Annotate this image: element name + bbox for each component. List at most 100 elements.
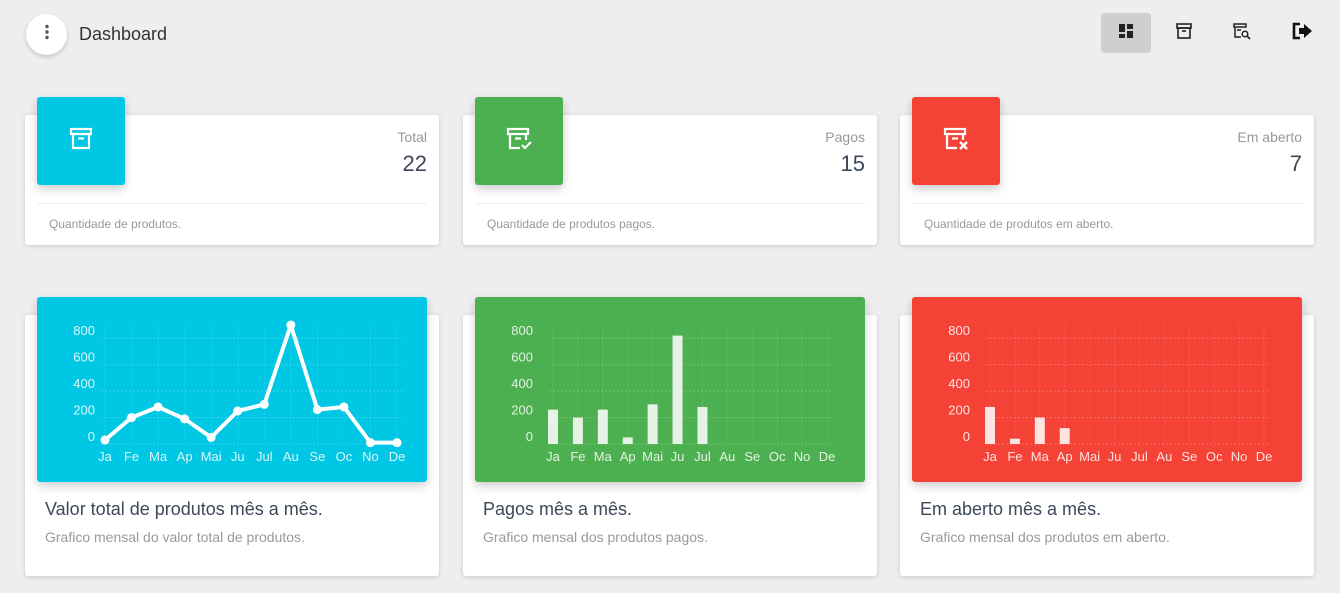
bar	[647, 404, 658, 444]
bar	[1034, 417, 1045, 444]
data-point	[259, 399, 269, 409]
stat-card-open: Em aberto 7 Quantidade de produtos em ab…	[900, 97, 1314, 245]
x-tick-label: Ma	[594, 449, 613, 464]
x-tick-label: Au	[1156, 449, 1172, 464]
x-tick-label: Fe	[124, 449, 139, 464]
bar-chart: 800 600 400 200 0 Ja Fe Ma Ap Mai Ju Jul Au Se Oc No De	[511, 323, 836, 464]
divider	[475, 203, 865, 204]
x-tick-label: Oc	[336, 449, 353, 464]
y-tick-label: 800	[948, 323, 970, 338]
archive-icon	[1175, 22, 1193, 45]
data-point	[392, 438, 402, 448]
bar	[672, 335, 683, 444]
line-chart: 800 600 400 200 0Ja Fe Ma Ap Mai Ju Jul Au Se Oc No De	[73, 320, 406, 464]
more-vert-icon	[44, 24, 50, 45]
bar-chart: 800 600 400 200 0 Ja Fe Ma Ap Mai Ju Jul Au Se Oc No De	[948, 323, 1273, 464]
x-tick-label: Ju	[231, 449, 245, 464]
chart-subtitle: Grafico mensal dos produtos pagos.	[483, 529, 708, 545]
x-tick-label: Ma	[1031, 449, 1050, 464]
x-tick-label: Ja	[983, 449, 998, 464]
y-tick-label: 0	[963, 429, 970, 444]
x-tick-label: De	[389, 449, 406, 464]
bar	[572, 417, 583, 444]
y-tick-label: 800	[511, 323, 533, 338]
y-tick-label: 200	[948, 403, 970, 418]
x-tick-label: Jul	[1131, 449, 1148, 464]
archive-icon	[68, 126, 94, 157]
y-tick-label: 200	[73, 403, 95, 418]
nav-logout-button[interactable]	[1277, 13, 1327, 53]
y-tick-label: 200	[511, 403, 533, 418]
chart-container: 800 600 400 200 0 Ja Fe Ma Ap Mai Ju Jul Au Se Oc No De	[912, 297, 1302, 482]
x-tick-label: Jul	[694, 449, 711, 464]
x-tick-label: Ap	[177, 449, 193, 464]
bar	[1009, 438, 1020, 444]
x-tick-label: Au	[283, 449, 299, 464]
y-tick-label: 800	[73, 323, 95, 338]
data-point	[180, 414, 190, 424]
chart-card-paid: 800 600 400 200 0 Ja Fe Ma Ap Mai Ju Jul Au Se Oc No De …	[463, 297, 877, 576]
x-tick-label: Ju	[1108, 449, 1122, 464]
chart-title: Em aberto mês a mês.	[920, 499, 1102, 519]
archive-check-icon	[505, 126, 533, 157]
y-tick-label: 0	[88, 429, 95, 444]
more-menu-button[interactable]	[26, 14, 67, 55]
x-tick-label: No	[794, 449, 811, 464]
stat-icon-box	[475, 97, 563, 185]
x-tick-label: Mai	[201, 449, 222, 464]
x-tick-label: De	[819, 449, 836, 464]
chart-subtitle: Grafico mensal dos produtos em aberto.	[920, 529, 1170, 545]
data-point	[365, 438, 375, 448]
chart-title: Pagos mês a mês.	[483, 499, 633, 519]
x-tick-label: Ap	[1057, 449, 1073, 464]
divider	[912, 203, 1302, 204]
bar	[985, 406, 995, 444]
chart-container: 800 600 400 200 0 Ja Fe Ma Ap Mai Ju Jul Au Se Oc No De	[37, 297, 427, 482]
data-point	[286, 320, 296, 330]
nav-dashboard-button[interactable]	[1101, 13, 1151, 53]
y-tick-label: 400	[73, 376, 95, 391]
x-tick-label: No	[1231, 449, 1248, 464]
stat-category: Pagos	[825, 129, 865, 145]
nav-archive-button[interactable]	[1159, 13, 1209, 53]
stat-category: Em aberto	[1237, 129, 1302, 145]
x-tick-label: De	[1256, 449, 1273, 464]
data-point	[206, 432, 216, 442]
dashboard-icon	[1118, 23, 1134, 44]
archive-x-icon	[942, 126, 970, 157]
x-tick-label: Fe	[1007, 449, 1022, 464]
bar	[697, 406, 708, 444]
data-point	[127, 413, 137, 423]
x-tick-label: Se	[744, 449, 760, 464]
stat-footer: Quantidade de produtos em aberto.	[924, 217, 1114, 231]
data-point	[100, 435, 110, 445]
y-tick-label: 400	[511, 376, 533, 391]
x-tick-label: No	[362, 449, 379, 464]
chart-subtitle: Grafico mensal do valor total de produto…	[45, 529, 305, 545]
y-tick-label: 0	[526, 429, 533, 444]
x-tick-label: Oc	[769, 449, 786, 464]
stat-icon-box	[912, 97, 1000, 185]
series-line	[103, 323, 397, 445]
data-point	[339, 402, 349, 412]
search-list-icon	[1232, 22, 1252, 45]
x-tick-label: Au	[719, 449, 735, 464]
x-tick-label: Ma	[149, 449, 168, 464]
x-tick-label: Mai	[1079, 449, 1100, 464]
x-tick-label: Ap	[620, 449, 636, 464]
x-tick-label: Mai	[642, 449, 663, 464]
chart-container: 800 600 400 200 0 Ja Fe Ma Ap Mai Ju Jul Au Se Oc No De	[475, 297, 865, 482]
bar	[1059, 428, 1070, 444]
data-point	[233, 406, 243, 416]
x-tick-label: Oc	[1206, 449, 1223, 464]
stat-value: 7	[1289, 151, 1302, 176]
chart-card-open: 800 600 400 200 0 Ja Fe Ma Ap Mai Ju Jul Au Se Oc No De …	[900, 297, 1314, 576]
data-point	[153, 402, 163, 412]
stat-value: 15	[840, 151, 865, 176]
stat-category: Total	[397, 129, 427, 145]
divider	[37, 203, 427, 204]
nav-search-list-button[interactable]	[1217, 13, 1267, 53]
chart-title: Valor total de produtos mês a mês.	[45, 499, 323, 519]
bar	[548, 409, 558, 444]
logout-icon	[1291, 21, 1313, 46]
